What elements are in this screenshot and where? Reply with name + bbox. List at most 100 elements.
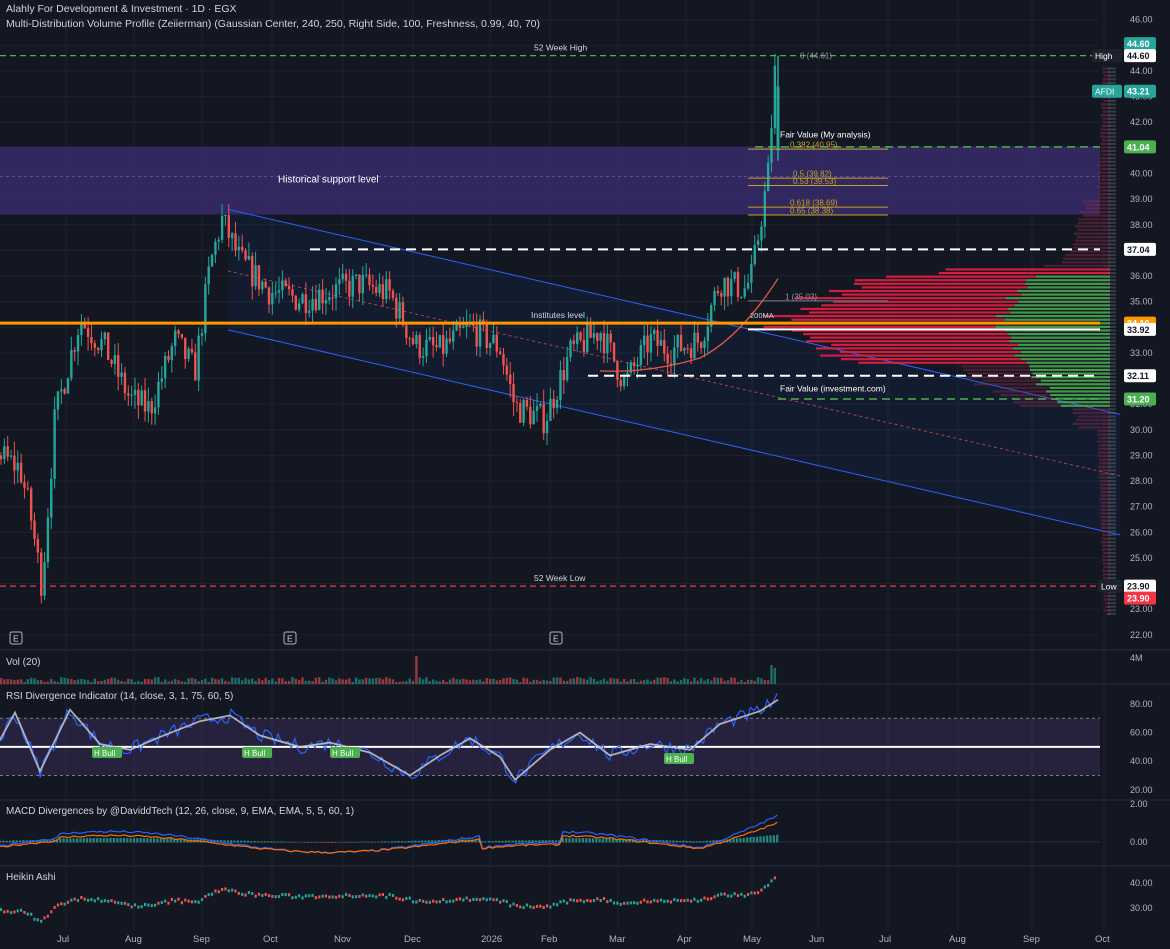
macd-histogram-bar <box>59 838 62 843</box>
heikin-pane-title: Heikin Ashi <box>6 872 56 883</box>
candle-body <box>60 389 63 392</box>
volume-profile-bar-sell <box>791 318 1005 321</box>
candle-body <box>582 339 586 352</box>
volume-bar <box>358 679 361 684</box>
candle-body <box>776 86 780 151</box>
heikin-candle <box>753 891 756 895</box>
volume-bar <box>509 677 512 684</box>
volume-profile-edge <box>1108 594 1116 598</box>
volume-profile-edge <box>1108 515 1116 519</box>
price-tick: 39.00 <box>1130 194 1153 204</box>
macd-histogram-bar <box>605 838 608 843</box>
volume-bar <box>512 679 515 684</box>
volume-bar <box>207 681 210 684</box>
heikin-candle <box>529 905 532 909</box>
heikin-candle <box>599 899 602 903</box>
volume-bar <box>29 677 33 684</box>
macd-histogram-bar <box>330 842 333 843</box>
volume-profile-bar-buy <box>1005 297 1110 300</box>
fib-label: 1 (35.03) <box>785 292 817 301</box>
macd-histogram-bar <box>142 838 146 843</box>
macd-histogram-bar <box>739 838 742 843</box>
candle-body <box>364 274 368 276</box>
candle-body <box>207 266 210 285</box>
volume-bar <box>56 681 60 684</box>
heikin-candle <box>234 889 237 893</box>
volume-bar <box>760 678 763 684</box>
volume-bar <box>338 678 341 684</box>
volume-profile-edge <box>1108 286 1116 289</box>
volume-bar <box>120 680 123 684</box>
volume-profile-edge <box>1108 106 1116 110</box>
volume-bar <box>740 679 743 684</box>
volume-bar <box>140 681 143 684</box>
volume-profile-edge <box>1108 210 1116 214</box>
heikin-candle <box>281 892 284 896</box>
volume-bar <box>395 681 398 684</box>
volume-profile-bar-sell <box>1061 261 1110 264</box>
candle-body <box>673 347 676 366</box>
candle-body <box>304 294 308 313</box>
heikin-candle <box>452 899 455 903</box>
macd-histogram-bar <box>735 838 739 843</box>
heikin-candle <box>411 900 415 904</box>
heikin-candle <box>143 902 147 906</box>
volume-bar <box>157 677 160 684</box>
heikin-candle <box>150 904 153 908</box>
macd-histogram-bar <box>169 838 172 843</box>
candle-body <box>398 302 401 319</box>
macd-histogram-bar <box>504 840 507 843</box>
price-tick: 38.00 <box>1130 220 1153 230</box>
heikin-candle <box>318 895 321 899</box>
volume-bar <box>763 680 766 684</box>
macd-histogram-bar <box>390 841 394 843</box>
heikin-candle <box>53 905 56 909</box>
volume-bar <box>147 678 150 684</box>
candle-body <box>760 226 763 241</box>
heikin-candle <box>448 899 451 903</box>
candle-body <box>184 337 187 360</box>
heikin-candle <box>633 901 636 905</box>
macd-histogram-bar <box>99 837 102 843</box>
price-tag-text: High <box>1095 51 1113 61</box>
volume-bar <box>143 678 147 684</box>
volume-bar <box>723 680 726 684</box>
macd-histogram-bar <box>595 838 598 843</box>
candle-body <box>525 399 529 407</box>
volume-bar <box>465 679 468 684</box>
candle-body <box>103 332 107 340</box>
heikin-candle <box>87 898 90 902</box>
volume-profile-bar-buy <box>1026 361 1110 364</box>
volume-bar <box>582 678 586 684</box>
heikin-candle <box>277 895 281 899</box>
volume-bar <box>596 681 599 684</box>
candle-body <box>599 333 602 341</box>
heikin-candle <box>509 904 512 908</box>
macd-histogram-bar <box>226 840 229 843</box>
candle-body <box>656 330 659 346</box>
volume-profile-edge <box>1108 419 1116 422</box>
x-axis-label: Jun <box>809 934 824 945</box>
volume-bar <box>475 680 478 684</box>
candle-body <box>153 407 157 414</box>
heikin-candle <box>676 898 679 902</box>
heikin-candle <box>455 897 458 901</box>
macd-histogram-bar <box>233 840 236 843</box>
volume-bar <box>699 677 703 684</box>
volume-bar <box>301 677 304 684</box>
volume-bar <box>60 677 63 684</box>
candle-body <box>318 289 321 311</box>
volume-profile-bar-buy <box>1014 354 1110 357</box>
volume-profile-edge <box>1108 271 1116 275</box>
candle-body <box>214 241 217 255</box>
heikin-candle <box>475 897 478 901</box>
candle-body <box>204 284 207 334</box>
heikin-candle <box>669 900 673 904</box>
macd-histogram-bar <box>404 841 407 843</box>
heikin-candle <box>56 903 60 907</box>
volume-bar <box>679 680 683 684</box>
candle-body <box>137 389 140 406</box>
rsi-tick: 20.00 <box>1130 785 1153 795</box>
macd-histogram-bar <box>675 840 678 843</box>
macd-histogram-bar <box>514 840 517 843</box>
